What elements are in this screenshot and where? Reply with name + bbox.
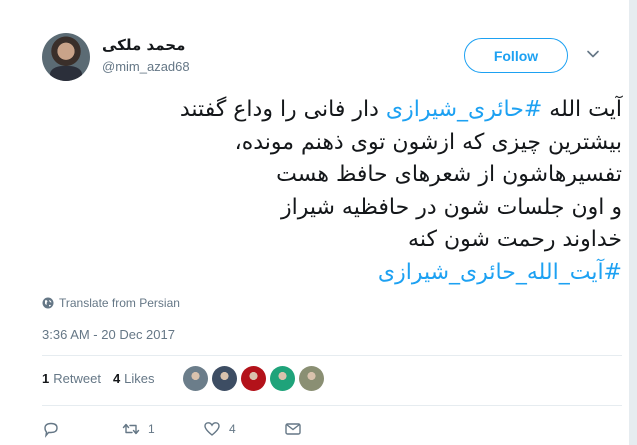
direct-message-icon — [285, 423, 301, 435]
tweet-stats: 1 Retweet 4 Likes — [42, 371, 155, 386]
like-button[interactable]: 4 — [203, 420, 236, 438]
translate-link[interactable]: Translate from Persian — [42, 296, 180, 310]
chevron-down-icon[interactable] — [586, 47, 600, 61]
globe-icon — [42, 297, 54, 309]
like-action-count: 4 — [229, 422, 236, 436]
liker-avatar[interactable] — [183, 366, 208, 391]
tweet-line: تفسیرهاشون از شعرهای حافظ هست — [276, 162, 622, 187]
tweet-line: بیشترین چیزی که ازشون توی ذهنم مونده، — [234, 129, 622, 155]
page-edge — [629, 0, 637, 445]
tweet-text-segment: دار فانی را وداع گفتند — [179, 97, 386, 122]
divider — [42, 355, 622, 356]
retweet-count: 1 — [42, 371, 50, 386]
translate-label: Translate from Persian — [59, 296, 180, 310]
reply-button[interactable] — [42, 420, 60, 438]
display-name[interactable]: محمد ملکی — [102, 36, 185, 54]
divider — [42, 405, 622, 406]
liker-avatar[interactable] — [270, 366, 295, 391]
follow-button[interactable]: Follow — [464, 38, 568, 73]
reply-icon — [44, 422, 58, 438]
tweet-text: آیت الله #حائری_شیرازی دار فانی را وداع … — [52, 94, 622, 289]
liker-avatar[interactable] — [212, 366, 237, 391]
hashtag-link[interactable]: #آیت_الله_حائری_شیرازی — [378, 260, 622, 285]
liker-avatar[interactable] — [299, 366, 324, 391]
retweet-stat[interactable]: 1 Retweet — [42, 371, 101, 386]
user-handle[interactable]: @mim_azad68 — [102, 59, 190, 74]
tweet-timestamp[interactable]: 3:36 AM - 20 Dec 2017 — [42, 327, 175, 342]
liker-avatar[interactable] — [241, 366, 266, 391]
like-count: 4 — [112, 371, 121, 386]
retweet-label: Retweet — [53, 371, 101, 386]
tweet-line: و اون جلسات شون در حافظیه شیراز — [280, 194, 622, 220]
direct-message-button[interactable] — [284, 420, 302, 438]
liker-avatars — [183, 366, 324, 391]
hashtag-link[interactable]: #حائری_شیرازی — [386, 97, 542, 122]
retweet-icon — [122, 423, 140, 435]
tweet-line: خداوند رحمت شون کنه — [408, 227, 622, 252]
avatar[interactable] — [42, 33, 90, 81]
tweet-text-segment: آیت الله — [542, 97, 622, 122]
like-stat[interactable]: 4 Likes — [113, 371, 155, 386]
retweet-button[interactable]: 1 — [122, 420, 155, 438]
heart-icon — [204, 422, 220, 436]
retweet-action-count: 1 — [148, 422, 155, 436]
tweet-line: آیت الله #حائری_شیرازی دار فانی را وداع … — [52, 94, 622, 127]
tweet-line: #آیت_الله_حائری_شیرازی — [52, 257, 622, 290]
like-label: Likes — [124, 371, 155, 386]
